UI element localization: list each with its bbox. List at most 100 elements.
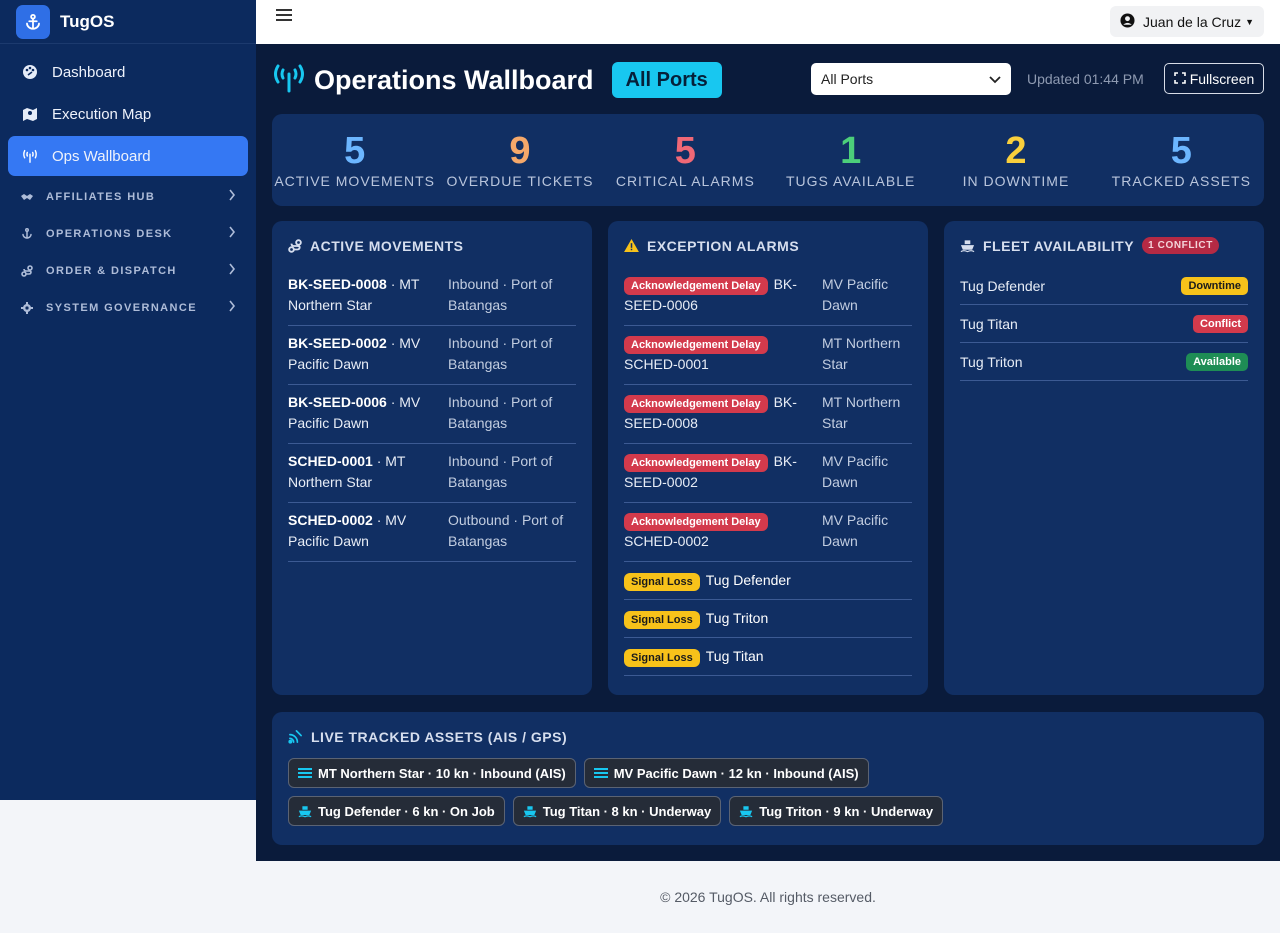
signal-badge: Signal Loss: [624, 611, 700, 629]
tracked-asset-chip[interactable]: MV Pacific Dawn · 12 kn · Inbound (AIS): [583, 758, 869, 788]
ship-icon: [298, 805, 312, 818]
movement-destination: Inbound · Port of Batangas: [448, 453, 553, 490]
movement-row[interactable]: SCHED-0001 · MT Northern Star Inbound · …: [288, 444, 576, 503]
vessel-icon: [593, 768, 608, 778]
alarm-badge: Acknowledgement Delay: [624, 513, 768, 531]
movement-list: BK-SEED-0008 · MT Northern Star Inbound …: [288, 267, 576, 562]
sidebar-group-affiliates-hub[interactable]: AFFILIATES HUB: [8, 178, 248, 215]
alarm-row[interactable]: Acknowledgement Delay BK-SEED-0002 MV Pac…: [624, 444, 912, 503]
sidebar-item-ops-wallboard[interactable]: Ops Wallboard: [8, 136, 248, 176]
movement-destination: Inbound · Port of Batangas: [448, 276, 553, 313]
vessel-icon: [298, 768, 312, 778]
sidebar-group-label: OPERATIONS DESK: [46, 227, 173, 240]
tracked-asset-chip[interactable]: Tug Defender · 6 kn · On Job: [288, 796, 505, 826]
movement-row[interactable]: BK-SEED-0002 · MV Pacific Dawn Inbound ·…: [288, 326, 576, 385]
ship-icon: [523, 805, 537, 818]
alarm-row[interactable]: Acknowledgement Delay BK-SEED-0006 MV Pac…: [624, 267, 912, 326]
alarm-row[interactable]: Acknowledgement Delay SCHED-0001 MT North…: [624, 326, 912, 385]
chevron-down-icon: [989, 71, 1001, 87]
kpi-strip: 5 ACTIVE MOVEMENTS 9 OVERDUE TICKETS 5 C…: [272, 114, 1264, 206]
signal-asset: Tug Titan: [705, 648, 764, 664]
movement-code: BK-SEED-0008: [288, 276, 387, 292]
live-tracked-assets-panel: LIVE TRACKED ASSETS (AIS / GPS) MT North…: [272, 712, 1264, 845]
handshake-icon: [20, 190, 34, 204]
fleet-row[interactable]: Tug Titan Conflict: [960, 305, 1248, 343]
kpi-in-downtime: 2 IN DOWNTIME: [933, 114, 1098, 206]
movement-destination: Inbound · Port of Batangas: [448, 335, 553, 372]
movement-code: BK-SEED-0002: [288, 335, 387, 351]
copyright-text: © 2026 TugOS. All rights reserved.: [660, 889, 876, 905]
kpi-label: TUGS AVAILABLE: [785, 173, 916, 189]
fleet-row[interactable]: Tug Defender Downtime: [960, 267, 1248, 305]
anchor-logo-icon: [16, 4, 50, 39]
sidebar-group-system-governance[interactable]: SYSTEM GOVERNANCE: [8, 289, 248, 326]
ship-icon: [739, 805, 753, 818]
alarm-vessel: MT Northern Star: [822, 335, 901, 372]
alarm-row[interactable]: Acknowledgement Delay BK-SEED-0008 MT Nor…: [624, 385, 912, 444]
alarm-badge: Acknowledgement Delay: [624, 454, 768, 472]
page-header: Operations Wallboard All Ports All Ports…: [272, 60, 1264, 100]
user-name: Juan de la Cruz: [1143, 13, 1242, 30]
alarm-list: Acknowledgement Delay BK-SEED-0006 MV Pac…: [624, 267, 912, 676]
alarm-vessel: MV Pacific Dawn: [822, 276, 889, 313]
signal-asset: Tug Defender: [705, 572, 791, 588]
satellite-icon: [288, 729, 303, 744]
signal-alarm-row[interactable]: Signal Loss Tug Titan: [624, 638, 912, 676]
alarm-vessel: MV Pacific Dawn: [822, 453, 889, 490]
sidebar-group-operations-desk[interactable]: OPERATIONS DESK: [8, 215, 248, 252]
sidebar: TugOS Dashboard Execution Map Ops Wallbo…: [0, 0, 256, 800]
movement-row[interactable]: BK-SEED-0006 · MV Pacific Dawn Inbound ·…: [288, 385, 576, 444]
warning-icon: [624, 239, 639, 252]
panel-title: LIVE TRACKED ASSETS (AIS / GPS): [288, 728, 1248, 745]
panel-title: FLEET AVAILABILITY 1 CONFLICT: [960, 237, 1248, 254]
alarm-ref: SCHED-0002: [624, 533, 709, 549]
user-menu-button[interactable]: Juan de la Cruz ▼: [1110, 6, 1264, 37]
alarm-badge: Acknowledgement Delay: [624, 395, 768, 413]
fleet-tug-name: Tug Triton: [960, 353, 1023, 370]
movement-row[interactable]: SCHED-0002 · MV Pacific Dawn Outbound · …: [288, 503, 576, 562]
fleet-tug-name: Tug Titan: [960, 315, 1018, 332]
kpi-label: IN DOWNTIME: [962, 173, 1070, 189]
broadcast-icon: [272, 63, 306, 98]
tracked-asset-chips: MT Northern Star · 10 kn · Inbound (AIS)…: [288, 758, 1088, 826]
panel-title-text: EXCEPTION ALARMS: [647, 237, 800, 254]
kpi-label: OVERDUE TICKETS: [446, 173, 594, 189]
movement-destination: Inbound · Port of Batangas: [448, 394, 553, 431]
kpi-value: 5: [674, 130, 696, 172]
brand-name: TugOS: [60, 11, 115, 31]
exception-alarms-panel: EXCEPTION ALARMS Acknowledgement Delay BK…: [608, 221, 928, 695]
fleet-availability-panel: FLEET AVAILABILITY 1 CONFLICT Tug Defend…: [944, 221, 1264, 695]
panel-title: ACTIVE MOVEMENTS: [288, 237, 576, 254]
kpi-value: 5: [1170, 130, 1192, 172]
sidebar-item-execution-map[interactable]: Execution Map: [8, 94, 248, 134]
sidebar-group-label: ORDER & DISPATCH: [46, 264, 177, 277]
page-title: Operations Wallboard: [314, 64, 594, 95]
alarm-row[interactable]: Acknowledgement Delay SCHED-0002 MV Pacif…: [624, 503, 912, 562]
footer: © 2026 TugOS. All rights reserved.: [256, 861, 1280, 933]
gear-icon: [20, 301, 34, 315]
hamburger-menu-icon[interactable]: [276, 2, 292, 28]
tracked-asset-chip[interactable]: Tug Titan · 8 kn · Underway: [512, 796, 722, 826]
tracked-asset-label: Tug Defender · 6 kn · On Job: [318, 803, 495, 819]
movement-code: SCHED-0002: [288, 512, 373, 528]
brand[interactable]: TugOS: [0, 0, 256, 44]
topbar: Juan de la Cruz ▼: [256, 0, 1280, 44]
movement-code: SCHED-0001: [288, 453, 373, 469]
signal-alarm-row[interactable]: Signal Loss Tug Defender: [624, 562, 912, 600]
movement-row[interactable]: BK-SEED-0008 · MT Northern Star Inbound …: [288, 267, 576, 326]
sidebar-group-order-dispatch[interactable]: ORDER & DISPATCH: [8, 252, 248, 289]
port-select[interactable]: All Ports: [811, 63, 1011, 95]
fleet-tug-name: Tug Defender: [960, 277, 1046, 294]
tracked-asset-chip[interactable]: MT Northern Star · 10 kn · Inbound (AIS): [288, 758, 576, 788]
tracked-asset-label: MT Northern Star · 10 kn · Inbound (AIS): [318, 765, 566, 781]
tracked-asset-chip[interactable]: Tug Triton · 9 kn · Underway: [729, 796, 944, 826]
caret-down-icon: ▼: [1245, 16, 1254, 27]
signal-alarm-row[interactable]: Signal Loss Tug Triton: [624, 600, 912, 638]
kpi-value: 9: [509, 130, 531, 172]
sidebar-group-label: AFFILIATES HUB: [46, 190, 156, 203]
sidebar-item-dashboard[interactable]: Dashboard: [8, 52, 248, 92]
kpi-critical-alarms: 5 CRITICAL ALARMS: [603, 114, 768, 206]
fullscreen-button[interactable]: Fullscreen: [1164, 63, 1264, 94]
fleet-row[interactable]: Tug Triton Available: [960, 343, 1248, 381]
user-circle-icon: [1120, 12, 1135, 31]
